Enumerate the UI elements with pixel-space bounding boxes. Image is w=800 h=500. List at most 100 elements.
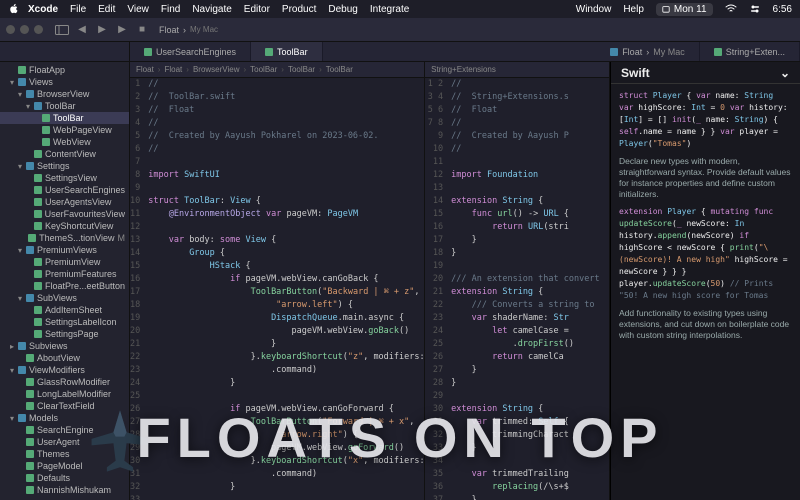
navigator-item[interactable]: LongLabelModifier: [0, 388, 129, 400]
navigator-item[interactable]: ▸Subviews: [0, 340, 129, 352]
menu-view[interactable]: View: [127, 4, 149, 15]
swift-file-icon: [28, 234, 36, 242]
swift-panel-body[interactable]: struct Player { var name: String var hig…: [611, 84, 800, 500]
navigator-item-label: NannishMishukam: [37, 485, 111, 495]
primary-editor: Float› Float› BrowserView› ToolBar› Tool…: [130, 62, 425, 500]
folder-icon: [26, 90, 34, 98]
navigator-item[interactable]: Themes: [0, 448, 129, 460]
zoom-window-button[interactable]: [34, 25, 43, 34]
navigator-item[interactable]: SettingsView: [0, 172, 129, 184]
menubar-clock[interactable]: 6:56: [773, 4, 792, 15]
folder-icon: [26, 246, 34, 254]
navigator-item[interactable]: PageModel: [0, 460, 129, 472]
menu-window[interactable]: Window: [576, 4, 612, 15]
navigator-item[interactable]: SettingsLabelIcon: [0, 316, 129, 328]
menubar-date[interactable]: Mon 11: [656, 3, 713, 16]
swift-file-icon: [42, 114, 50, 122]
navigator-item[interactable]: ▾ViewModifiers: [0, 364, 129, 376]
navigator-item[interactable]: PremiumFeatures: [0, 268, 129, 280]
navigator-item[interactable]: UserAgentsView: [0, 196, 129, 208]
navigator-item[interactable]: ▾PremiumViews: [0, 244, 129, 256]
folder-icon: [18, 342, 26, 350]
navigator-item[interactable]: UserAgent: [0, 436, 129, 448]
menu-find[interactable]: Find: [161, 4, 180, 15]
swift-panel-footer: Add functionality to existing types usin…: [619, 308, 792, 341]
swift-file-icon: [34, 150, 42, 158]
menu-app[interactable]: Xcode: [28, 4, 58, 15]
menu-edit[interactable]: Edit: [98, 4, 115, 15]
folder-icon: [26, 294, 34, 302]
navigator-item[interactable]: UserSearchEngines: [0, 184, 129, 196]
project-navigator[interactable]: FloatApp▾Views▾BrowserView▾ToolBarToolBa…: [0, 62, 130, 500]
swift-file-icon: [34, 282, 42, 290]
navigator-item[interactable]: FloatPre...eetButton: [0, 280, 129, 292]
navigator-item-label: PageModel: [37, 461, 83, 471]
navigator-item[interactable]: SettingsPage: [0, 328, 129, 340]
minimize-window-button[interactable]: [20, 25, 29, 34]
navigator-item[interactable]: ToolBar: [0, 112, 129, 124]
navigator-item[interactable]: FloatApp: [0, 64, 129, 76]
navigator-item[interactable]: KeyShortcutView: [0, 220, 129, 232]
navigator-item[interactable]: ThemeS...tionView M: [0, 232, 129, 244]
navigator-item[interactable]: ▾BrowserView: [0, 88, 129, 100]
navigator-item[interactable]: UserFavouritesView: [0, 208, 129, 220]
navigator-item[interactable]: ▾Views: [0, 76, 129, 88]
wifi-icon[interactable]: [725, 4, 737, 14]
navigator-item-label: SettingsLabelIcon: [45, 317, 117, 327]
swift-panel-header[interactable]: Swift ⌄: [611, 62, 800, 84]
navigator-item[interactable]: ▾SubViews: [0, 292, 129, 304]
swift-file-icon: [42, 138, 50, 146]
tab-float[interactable]: Float ›My Mac: [596, 42, 700, 61]
menubar-menus: Xcode File Edit View Find Navigate Edito…: [28, 4, 409, 15]
menu-debug[interactable]: Debug: [328, 4, 357, 15]
main-area: FloatApp▾Views▾BrowserView▾ToolBarToolBa…: [0, 62, 800, 500]
menu-navigate[interactable]: Navigate: [192, 4, 231, 15]
navigator-item[interactable]: PremiumView: [0, 256, 129, 268]
code-editor-left[interactable]: 1 2 3 4 5 6 7 8 9 10 11 12 13 14 15 16 1…: [130, 78, 424, 500]
navigator-item[interactable]: ClearTextField: [0, 400, 129, 412]
navigator-item-label: PremiumViews: [37, 245, 97, 255]
navigator-item-label: KeyShortcutView: [45, 221, 113, 231]
navigator-item[interactable]: ▾Models: [0, 412, 129, 424]
navigator-item[interactable]: Defaults: [0, 472, 129, 484]
menu-editor[interactable]: Editor: [244, 4, 270, 15]
jump-bar-right[interactable]: String+Extensions: [425, 62, 609, 78]
navigator-item[interactable]: ContentView: [0, 148, 129, 160]
navigator-item[interactable]: NannishMishukam: [0, 484, 129, 496]
navigator-item[interactable]: GlassRowModifier: [0, 376, 129, 388]
jump-bar-left[interactable]: Float› Float› BrowserView› ToolBar› Tool…: [130, 62, 424, 78]
apple-logo-icon[interactable]: [8, 3, 20, 15]
navigator-item[interactable]: ▾ToolBar: [0, 100, 129, 112]
window-toolbar: ◀ ▶ ▶ ■ Float › My Mac: [0, 18, 800, 42]
close-window-button[interactable]: [6, 25, 15, 34]
menu-help[interactable]: Help: [623, 4, 644, 15]
sidebar-left-icon[interactable]: [55, 23, 69, 37]
editor-area: Float› Float› BrowserView› ToolBar› Tool…: [130, 62, 610, 500]
tab-toolbar[interactable]: ToolBar: [251, 42, 323, 61]
menu-file[interactable]: File: [70, 4, 86, 15]
navigator-item[interactable]: AboutView: [0, 352, 129, 364]
navigator-item[interactable]: AddItemSheet: [0, 304, 129, 316]
swift-file-icon: [26, 462, 34, 470]
menu-integrate[interactable]: Integrate: [370, 4, 409, 15]
chevron-down-icon[interactable]: ⌄: [780, 66, 790, 80]
secondary-editor: String+Extensions 1 2 3 4 5 6 7 8 9 10 1…: [425, 62, 610, 500]
nav-back-icon[interactable]: ◀: [75, 23, 89, 37]
navigator-item[interactable]: WebView: [0, 136, 129, 148]
swift-file-icon: [26, 450, 34, 458]
menu-product[interactable]: Product: [282, 4, 316, 15]
control-center-icon[interactable]: [749, 4, 761, 14]
navigator-item[interactable]: WebPageView: [0, 124, 129, 136]
folder-icon: [26, 162, 34, 170]
navigator-item[interactable]: ▾Settings: [0, 160, 129, 172]
navigator-item-label: UserSearchEngines: [45, 185, 125, 195]
tab-string-extensions[interactable]: String+Exten...: [700, 42, 800, 61]
nav-forward-icon[interactable]: ▶: [95, 23, 109, 37]
code-editor-right[interactable]: 1 2 3 4 5 6 7 8 9 10 11 12 13 14 15 16 1…: [425, 78, 609, 500]
stop-button[interactable]: ■: [135, 23, 149, 37]
navigator-item[interactable]: SearchEngine: [0, 424, 129, 436]
run-button[interactable]: ▶: [115, 23, 129, 37]
tab-usersearchengines[interactable]: UserSearchEngines: [130, 42, 251, 61]
scheme-selector[interactable]: Float › My Mac: [159, 25, 218, 35]
swift-file-icon: [144, 48, 152, 56]
